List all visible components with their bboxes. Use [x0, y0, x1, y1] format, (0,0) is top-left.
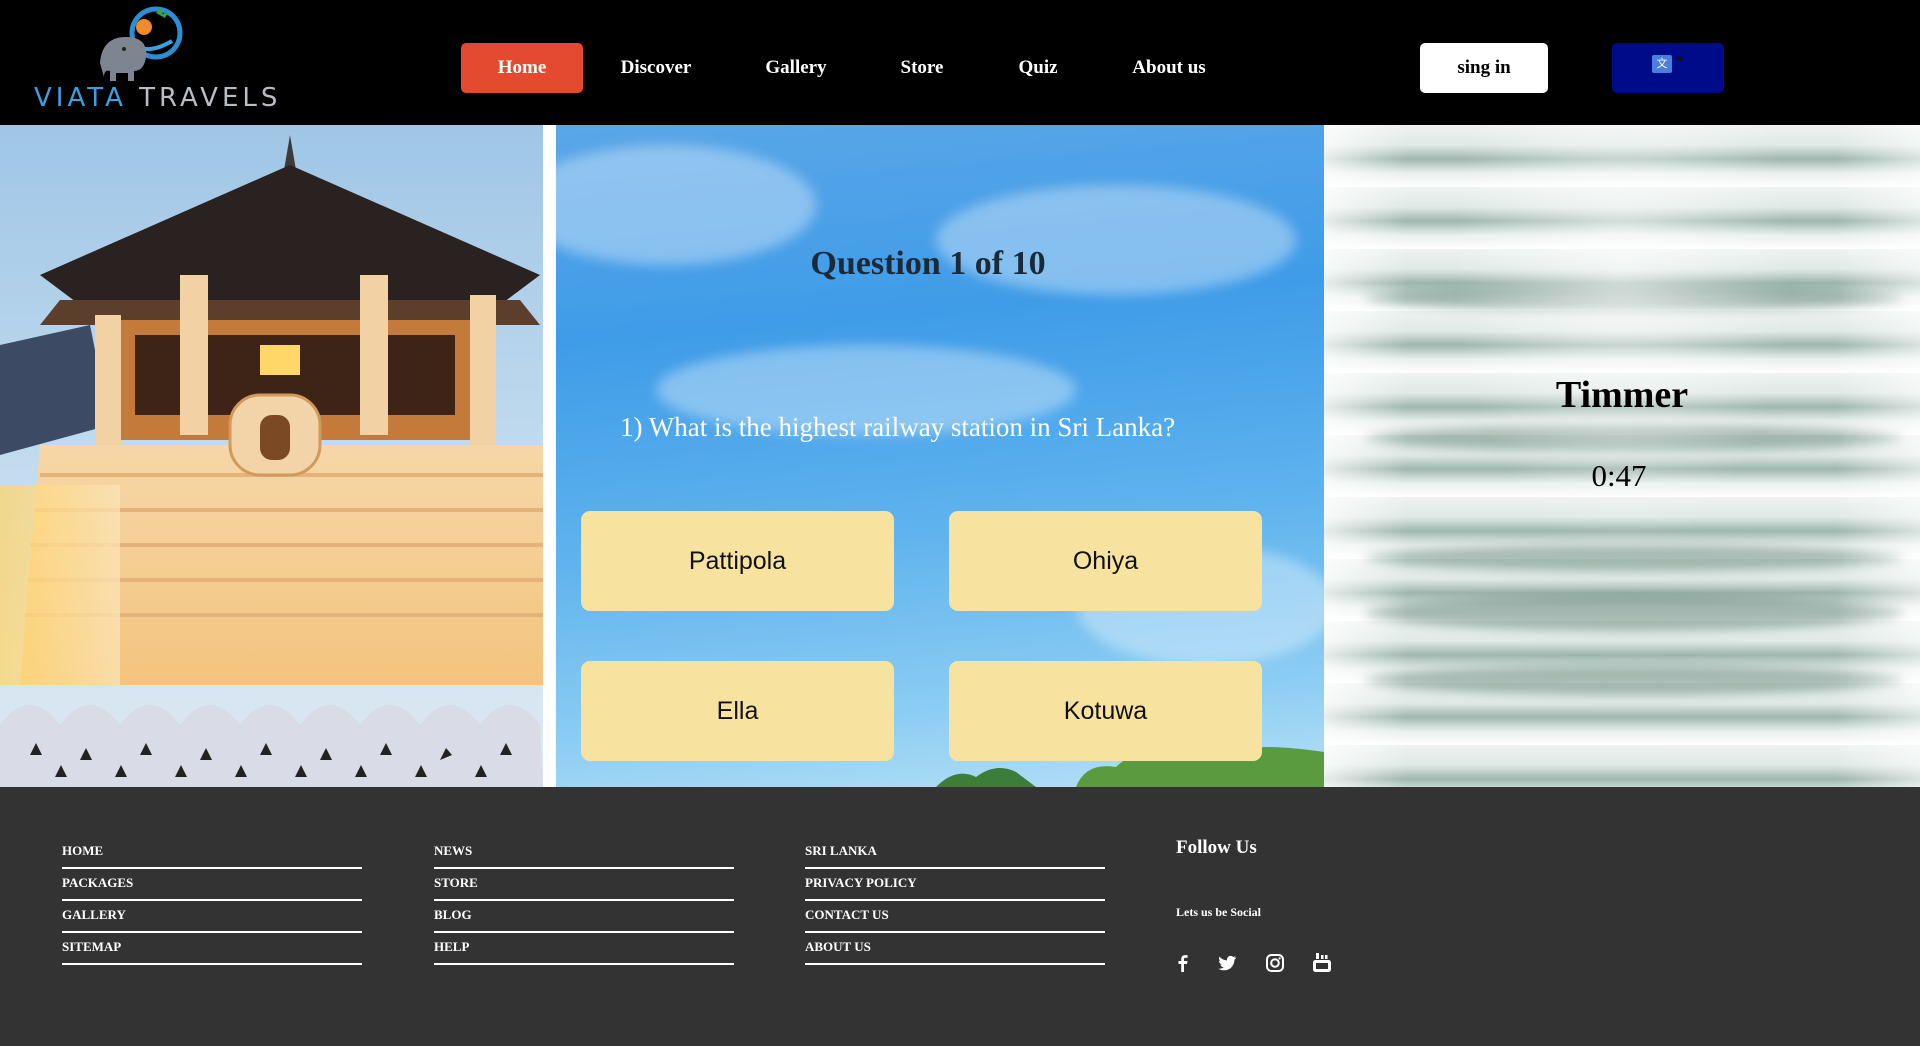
- quiz-panel: Question 1 of 10 1) What is the highest …: [556, 125, 1324, 787]
- sign-in-button[interactable]: sing in: [1420, 43, 1548, 93]
- logo-wordmark: VIATA TRAVELS: [34, 83, 281, 113]
- google-translate-icon: 文: [1652, 55, 1672, 73]
- nav-store[interactable]: Store: [866, 43, 978, 93]
- facebook-icon[interactable]: [1172, 952, 1194, 974]
- footer-link-packages[interactable]: PACKAGES: [62, 869, 362, 901]
- twitter-icon[interactable]: [1216, 952, 1238, 974]
- footer-link-gallery[interactable]: GALLERY: [62, 901, 362, 933]
- panel-divider: [543, 125, 556, 787]
- temple-image: [0, 125, 543, 787]
- timer-value: 0:47: [1591, 458, 1647, 493]
- footer-link-about-us[interactable]: ABOUT US: [805, 933, 1105, 965]
- footer-link-blog[interactable]: BLOG: [434, 901, 734, 933]
- chevron-down-icon: [1676, 57, 1684, 62]
- stupa-shade: [1324, 125, 1920, 787]
- logo-text-travels: TRAVELS: [139, 83, 282, 113]
- footer: HOME PACKAGES GALLERY SITEMAP NEWS STORE…: [0, 787, 1920, 1046]
- nav-about-us[interactable]: About us: [1118, 43, 1220, 93]
- top-navbar: VIATA TRAVELS Home Discover Gallery Stor…: [0, 0, 1920, 125]
- site-logo[interactable]: VIATA TRAVELS: [16, 5, 277, 113]
- nav-gallery[interactable]: Gallery: [740, 43, 852, 93]
- timer-label: Timmer: [1555, 374, 1689, 416]
- stupa-image: [1324, 125, 1920, 787]
- footer-link-privacy-policy[interactable]: PRIVACY POLICY: [805, 869, 1105, 901]
- temple-illustration: [0, 135, 543, 787]
- footer-link-home[interactable]: HOME: [62, 837, 362, 869]
- footer-column-3: SRI LANKA PRIVACY POLICY CONTACT US ABOU…: [805, 837, 1105, 965]
- answer-option-ella[interactable]: Ella: [581, 661, 894, 761]
- language-selector-button[interactable]: 文: [1612, 43, 1724, 93]
- footer-link-help[interactable]: HELP: [434, 933, 734, 965]
- youtube-icon[interactable]: [1311, 952, 1333, 974]
- logo-text-viata: VIATA: [34, 83, 127, 113]
- answer-option-ohiya[interactable]: Ohiya: [949, 511, 1262, 611]
- follow-us-subtitle: Lets us be Social: [1176, 905, 1262, 919]
- footer-link-store[interactable]: STORE: [434, 869, 734, 901]
- nav-home[interactable]: Home: [461, 43, 583, 93]
- instagram-icon[interactable]: [1264, 952, 1286, 974]
- answer-option-kotuwa[interactable]: Kotuwa: [949, 661, 1262, 761]
- nav-discover[interactable]: Discover: [600, 43, 712, 93]
- question-text: 1) What is the highest railway station i…: [620, 412, 1176, 442]
- question-counter: Question 1 of 10: [810, 245, 1046, 282]
- footer-column-1: HOME PACKAGES GALLERY SITEMAP: [62, 837, 362, 965]
- answer-option-pattipola[interactable]: Pattipola: [581, 511, 894, 611]
- elephant-logo-icon: [100, 6, 183, 81]
- footer-link-contact-us[interactable]: CONTACT US: [805, 901, 1105, 933]
- follow-us-heading: Follow Us: [1176, 837, 1257, 858]
- footer-link-sitemap[interactable]: SITEMAP: [62, 933, 362, 965]
- footer-link-news[interactable]: NEWS: [434, 837, 734, 869]
- nav-quiz[interactable]: Quiz: [982, 43, 1094, 93]
- footer-link-sri-lanka[interactable]: SRI LANKA: [805, 837, 1105, 869]
- footer-column-2: NEWS STORE BLOG HELP: [434, 837, 734, 965]
